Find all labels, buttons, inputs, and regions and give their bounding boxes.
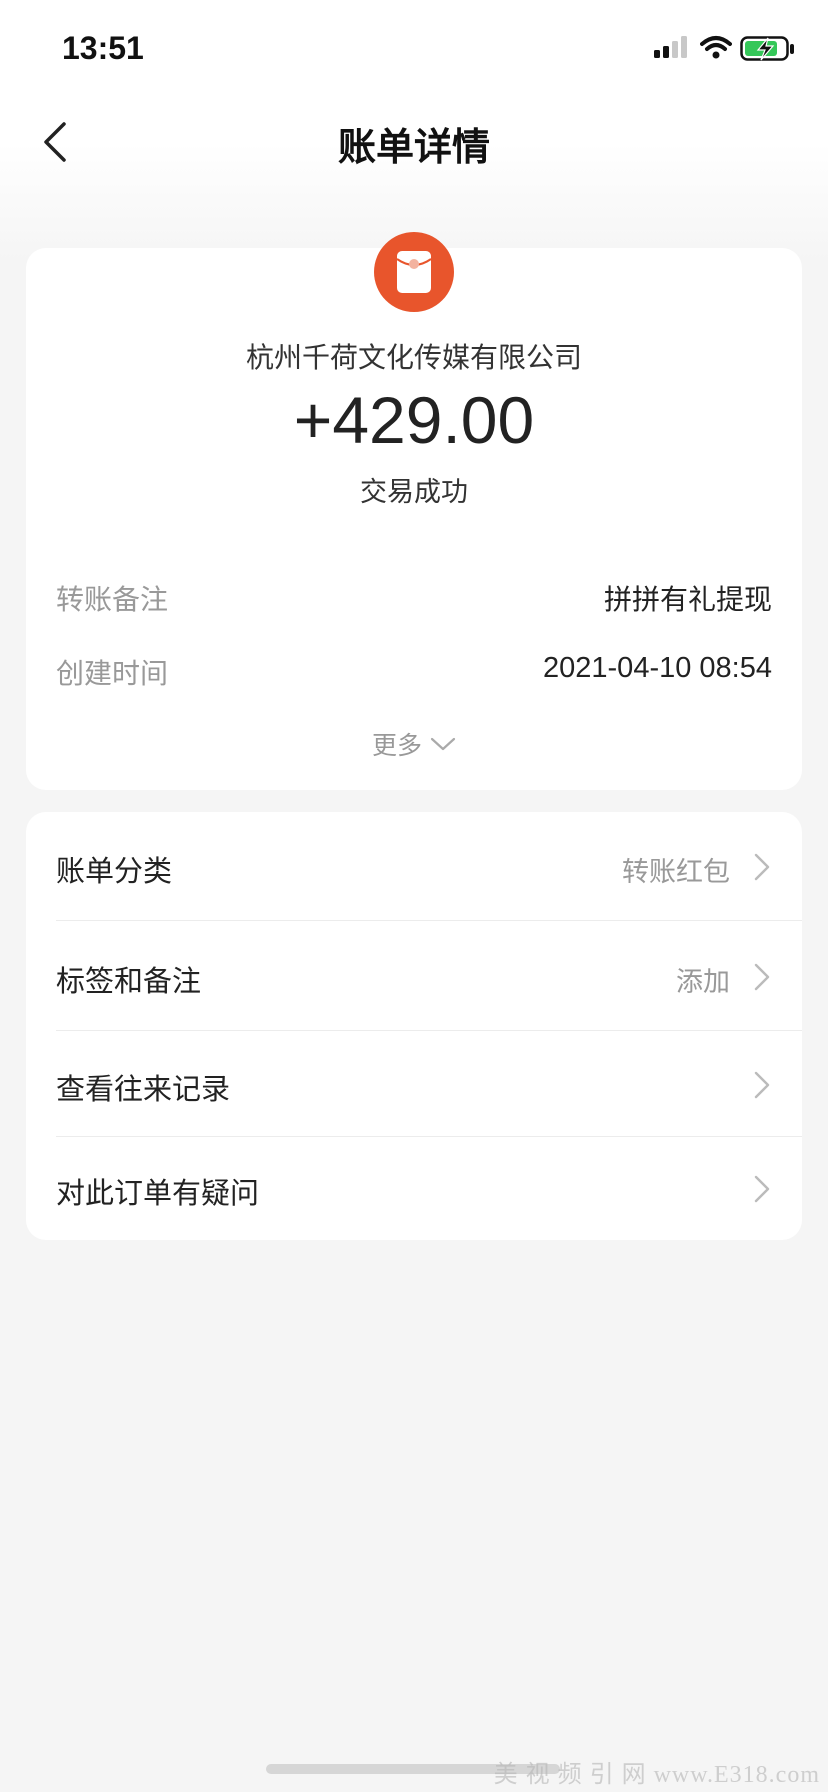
chevron-right-icon [754, 853, 770, 881]
order-question-row[interactable]: 对此订单有疑问 [26, 1136, 802, 1240]
divider [56, 920, 802, 921]
battery-charging-icon [740, 36, 794, 61]
transfer-note-label: 转账备注 [56, 583, 169, 616]
bill-detail-page: 13:51 账单详情 杭州千荷文化传媒有限公司 +429.00 交易成功 转账备… [0, 0, 828, 1792]
created-time-value: 2021-04-10 08:54 [543, 652, 772, 684]
wifi-icon [700, 36, 732, 59]
tags-notes-label: 标签和备注 [56, 964, 202, 998]
transfer-note-value: 拼拼有礼提现 [603, 583, 772, 616]
view-records-label: 查看往来记录 [56, 1072, 231, 1106]
chevron-right-icon [754, 1175, 770, 1203]
transaction-status: 交易成功 [360, 477, 468, 508]
more-label: 更多 [371, 731, 422, 760]
bill-category-label: 账单分类 [56, 854, 173, 888]
chevron-down-icon [430, 737, 456, 751]
bill-category-row[interactable]: 账单分类 转账红包 [26, 814, 802, 918]
watermark: 美 视 频 引 网 www.E318.com [493, 1762, 820, 1788]
created-time-label: 创建时间 [56, 657, 169, 690]
tags-notes-row[interactable]: 标签和备注 添加 [26, 924, 802, 1028]
status-time: 13:51 [62, 30, 144, 66]
divider [56, 1030, 802, 1031]
chevron-right-icon [754, 1071, 770, 1099]
chevron-right-icon [754, 963, 770, 991]
order-question-label: 对此订单有疑问 [56, 1176, 260, 1210]
merchant-name: 杭州千荷文化传媒有限公司 [245, 341, 582, 374]
transaction-amount: +429.00 [293, 383, 535, 457]
bill-summary-card [26, 248, 802, 790]
page-title: 账单详情 [337, 125, 490, 169]
bill-category-value: 转账红包 [622, 857, 730, 888]
view-records-row[interactable]: 查看往来记录 [26, 1032, 802, 1136]
signal-icon [654, 36, 687, 58]
red-packet-icon [374, 232, 454, 312]
tags-notes-value: 添加 [676, 967, 730, 998]
more-button[interactable]: 更多 [0, 726, 828, 762]
